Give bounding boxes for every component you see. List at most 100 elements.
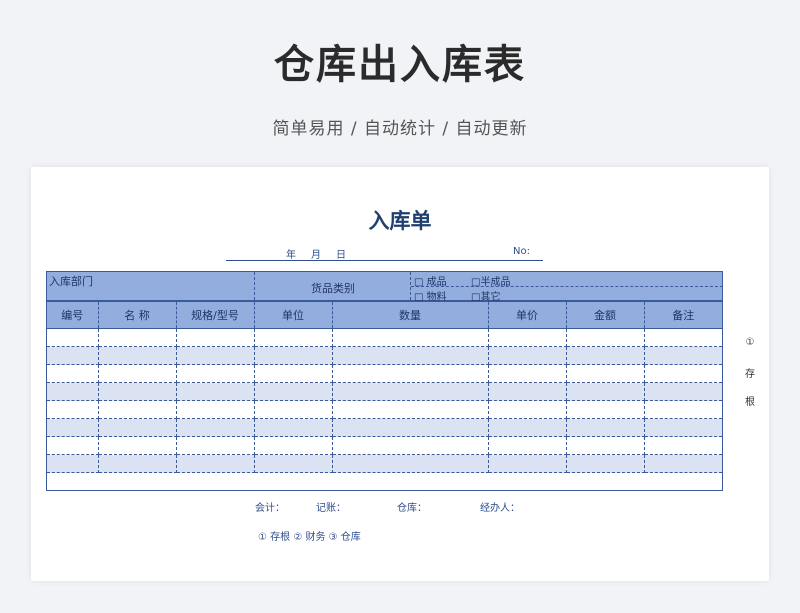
table-cell[interactable] <box>254 346 333 365</box>
table-body <box>47 328 722 473</box>
side-note: ① 存 根 <box>744 337 756 421</box>
form-title: 入库单 <box>368 209 432 233</box>
col-header: 规格/型号 <box>176 302 255 329</box>
side-note-char: 根 <box>745 397 755 408</box>
table-cell[interactable] <box>566 328 645 347</box>
table-cell[interactable] <box>332 454 489 473</box>
table-row <box>47 364 722 383</box>
table-header-row: 编号 名 称 规格/型号 单位 数量 单价 金额 备注 <box>47 302 722 329</box>
date-day: 日 <box>336 250 346 261</box>
copy-distribution: ① 存根 ② 财务 ③ 仓库 <box>258 532 361 543</box>
table-cell[interactable] <box>176 346 255 365</box>
option-semi-finished[interactable]: □半成品 <box>471 273 510 288</box>
table-cell[interactable] <box>176 382 255 401</box>
table-cell[interactable] <box>98 400 177 419</box>
table-cell[interactable] <box>47 436 99 455</box>
table-cell[interactable] <box>644 400 722 419</box>
table-cell[interactable] <box>566 436 645 455</box>
col-header: 数量 <box>332 302 489 329</box>
page-subtitle: 简单易用 / 自动统计 / 自动更新 <box>272 119 528 139</box>
table-row <box>47 382 722 401</box>
table-cell[interactable] <box>254 328 333 347</box>
table-cell[interactable] <box>644 454 722 473</box>
sign-handler: 经办人： <box>480 503 520 514</box>
table-cell[interactable] <box>644 364 722 383</box>
date-line: 年 月 日 No: <box>226 246 543 261</box>
table-cell[interactable] <box>98 454 177 473</box>
table-cell[interactable] <box>98 364 177 383</box>
table-cell[interactable] <box>488 364 567 383</box>
table-cell[interactable] <box>47 418 99 437</box>
table-cell[interactable] <box>488 436 567 455</box>
table-cell[interactable] <box>176 454 255 473</box>
table-cell[interactable] <box>254 418 333 437</box>
table-cell[interactable] <box>98 436 177 455</box>
table-cell[interactable] <box>644 328 722 347</box>
table-row <box>47 454 722 473</box>
options-divider <box>411 286 723 287</box>
table-cell[interactable] <box>176 400 255 419</box>
table-cell[interactable] <box>176 328 255 347</box>
table-cell[interactable] <box>98 418 177 437</box>
table-cell[interactable] <box>488 346 567 365</box>
table-cell[interactable] <box>488 454 567 473</box>
date-month: 月 <box>311 250 321 261</box>
table-cell[interactable] <box>566 382 645 401</box>
category-label: 货品类别 <box>311 282 355 295</box>
col-header: 单位 <box>254 302 333 329</box>
table-cell[interactable] <box>488 382 567 401</box>
table-cell[interactable] <box>332 346 489 365</box>
table-cell[interactable] <box>566 418 645 437</box>
table-cell[interactable] <box>566 400 645 419</box>
table-row <box>47 436 722 455</box>
table-cell[interactable] <box>332 328 489 347</box>
category-options: □ 成品 □半成品 □ 物料 □其它 <box>411 272 723 303</box>
table-cell[interactable] <box>98 346 177 365</box>
page-title: 仓库出入库表 <box>274 42 526 88</box>
table-cell[interactable] <box>254 382 333 401</box>
form-sheet: 入库单 年 月 日 No: 入库部门 货品类别 □ 成品 □半成品 □ 物料 □… <box>31 167 769 581</box>
table-cell[interactable] <box>332 400 489 419</box>
col-header: 金额 <box>566 302 645 329</box>
table-cell[interactable] <box>566 364 645 383</box>
table-cell[interactable] <box>566 346 645 365</box>
dept-label: 入库部门 <box>49 275 93 288</box>
side-note-char: 存 <box>745 369 755 380</box>
table-row <box>47 328 722 347</box>
col-header: 名 称 <box>98 302 177 329</box>
table-cell[interactable] <box>254 436 333 455</box>
table-cell[interactable] <box>488 328 567 347</box>
table-cell[interactable] <box>644 346 722 365</box>
table-cell[interactable] <box>47 328 99 347</box>
table-cell[interactable] <box>254 364 333 383</box>
table-cell[interactable] <box>176 436 255 455</box>
table-cell[interactable] <box>644 382 722 401</box>
sign-bookkeeper: 记账： <box>316 503 346 514</box>
col-header: 单价 <box>488 302 567 329</box>
table-cell[interactable] <box>98 382 177 401</box>
table-cell[interactable] <box>488 418 567 437</box>
table-cell[interactable] <box>332 364 489 383</box>
table-cell[interactable] <box>47 346 99 365</box>
table-cell[interactable] <box>47 382 99 401</box>
col-header: 备注 <box>644 302 722 329</box>
option-finished[interactable]: □ 成品 <box>414 273 447 288</box>
table-cell[interactable] <box>47 454 99 473</box>
sign-warehouse: 仓库： <box>397 503 427 514</box>
table-cell[interactable] <box>176 364 255 383</box>
table-cell[interactable] <box>47 400 99 419</box>
table-cell[interactable] <box>254 454 333 473</box>
table-cell[interactable] <box>332 382 489 401</box>
table-cell[interactable] <box>488 400 567 419</box>
date-year: 年 <box>286 250 296 261</box>
table-cell[interactable] <box>47 364 99 383</box>
table-cell[interactable] <box>644 436 722 455</box>
sign-accountant: 会计： <box>255 503 285 514</box>
table-cell[interactable] <box>176 418 255 437</box>
table-cell[interactable] <box>332 418 489 437</box>
table-cell[interactable] <box>98 328 177 347</box>
table-cell[interactable] <box>566 454 645 473</box>
table-cell[interactable] <box>332 436 489 455</box>
table-cell[interactable] <box>254 400 333 419</box>
table-cell[interactable] <box>644 418 722 437</box>
